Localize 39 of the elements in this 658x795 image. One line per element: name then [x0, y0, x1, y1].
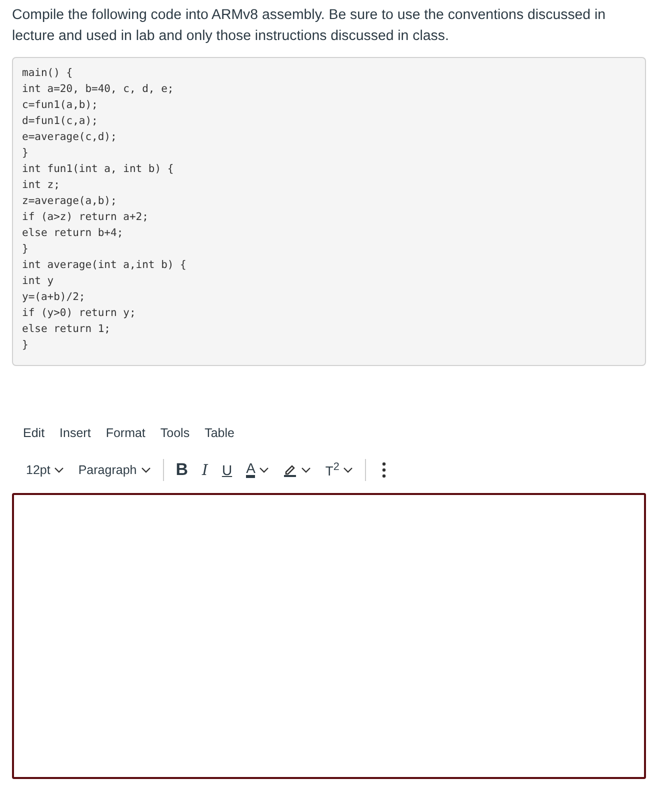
chevron-down-icon — [301, 467, 312, 473]
code-line: int fun1(int a, int b) { — [22, 162, 175, 177]
code-line: else return 1; — [22, 322, 112, 337]
chevron-down-icon — [140, 467, 151, 473]
bold-button[interactable]: B — [172, 458, 192, 482]
chevron-down-icon — [343, 466, 354, 473]
code-line: if (y>0) return y; — [22, 306, 137, 321]
menu-item[interactable]: Table — [204, 426, 234, 440]
dropdown-button[interactable]: Paragraph — [74, 461, 155, 479]
code-line: main() { — [22, 66, 74, 81]
superscript-button[interactable]: T$^{2}$ — [321, 459, 358, 481]
code-line: int z; — [22, 178, 61, 193]
chevron-down-icon — [259, 467, 270, 473]
code-line: else return b+4; — [22, 226, 124, 241]
text-editor-area[interactable] — [12, 493, 646, 779]
code-line: int average(int a,int b) { — [22, 258, 188, 273]
menu-item[interactable]: Insert — [60, 426, 91, 440]
text-color-button[interactable]: A — [242, 460, 274, 480]
question-text: Compile the following code into ARMv8 assembly. Be sure to use the conventions discussed in lecture and used in lab and only those instructions discussed in class. — [12, 6, 607, 46]
code-line: c=fun1(a,b); — [22, 98, 99, 113]
code-line: } — [22, 146, 30, 161]
code-line: if (a>z) return a+2; — [22, 210, 150, 225]
highlighter-icon — [283, 463, 298, 477]
italic-button[interactable]: I — [198, 459, 212, 481]
code-line: y=(a+b)/2; — [22, 290, 86, 305]
menu-item[interactable]: Edit — [23, 426, 45, 440]
menu-item[interactable]: Tools — [160, 426, 190, 440]
code-line: int a=20, b=40, c, d, e; — [22, 82, 175, 97]
code-line: int y — [22, 274, 55, 289]
code-line: } — [22, 242, 30, 257]
dropdown-button[interactable]: 12pt — [22, 461, 68, 479]
code-line: e=average(c,d); — [22, 130, 118, 145]
code-line: } — [22, 338, 30, 353]
code-line: z=average(a,b); — [22, 194, 118, 209]
menu-item[interactable]: Format — [106, 426, 146, 440]
chevron-down-icon — [54, 467, 64, 473]
code-line: d=fun1(c,a); — [22, 114, 99, 129]
underline-button[interactable]: U — [218, 460, 236, 480]
more-options-icon — [382, 462, 386, 478]
